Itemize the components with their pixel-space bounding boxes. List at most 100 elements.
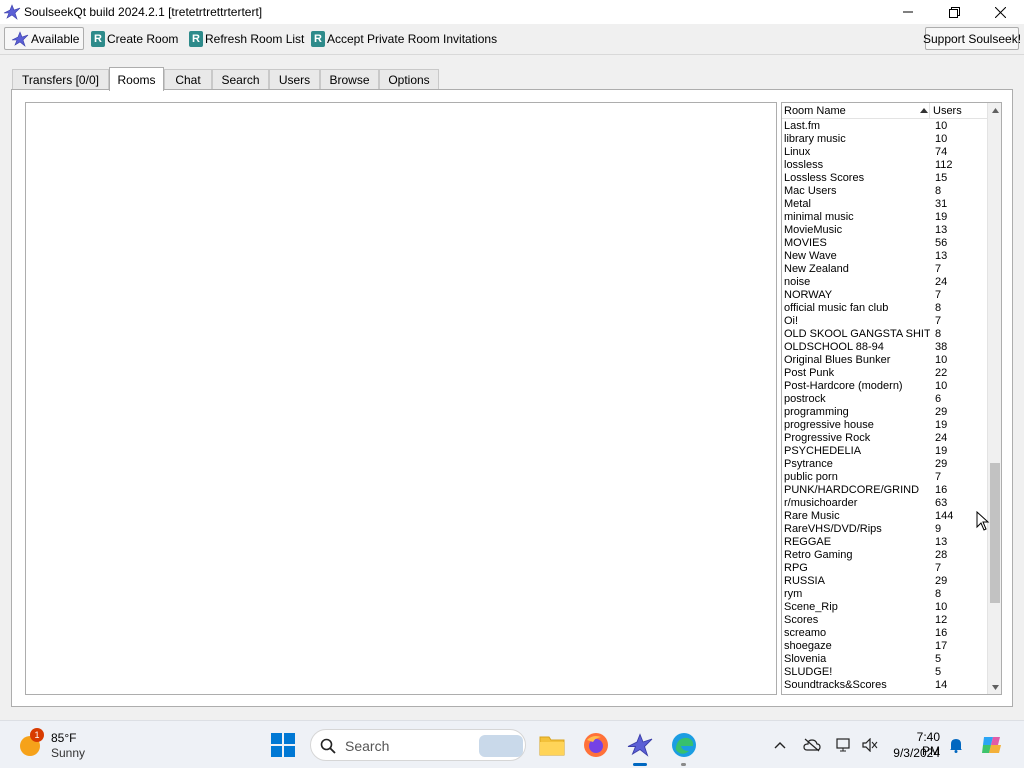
room-row[interactable]: shoegaze 17 <box>782 640 987 653</box>
room-row[interactable]: Rare Music 144 <box>782 510 987 523</box>
tray-volume[interactable] <box>860 735 880 755</box>
room-row[interactable]: progressive house 19 <box>782 419 987 432</box>
room-row[interactable]: Scores 12 <box>782 614 987 627</box>
room-row[interactable]: PUNK/HARDCORE/GRIND 16 <box>782 484 987 497</box>
clock-date[interactable]: 9/3/2024 <box>888 746 940 760</box>
room-name: shoegaze <box>784 640 832 652</box>
taskbar-file-explorer[interactable] <box>538 731 566 759</box>
tray-cloud-off[interactable] <box>802 735 822 755</box>
title-bar: SoulseekQt build 2024.2.1 [tretetrtrettr… <box>0 0 1024 24</box>
room-name: MOVIES <box>784 237 827 249</box>
room-row[interactable]: screamo 16 <box>782 627 987 640</box>
tab-browse[interactable]: Browse <box>320 69 379 90</box>
room-row[interactable]: REGGAE 13 <box>782 536 987 549</box>
room-list[interactable]: Room Name Users Last.fm 10 library music 10… <box>781 102 1002 695</box>
room-row[interactable]: PSYCHEDELIA 19 <box>782 445 987 458</box>
room-row[interactable]: Scene_Rip 10 <box>782 601 987 614</box>
close-button[interactable] <box>977 0 1023 24</box>
scroll-thumb[interactable] <box>990 463 1000 603</box>
room-row[interactable]: Oi! 7 <box>782 315 987 328</box>
support-soulseek-button[interactable]: Support Soulseek! <box>923 27 1021 50</box>
tab-label: Users <box>278 73 311 87</box>
room-row[interactable]: RUSSIA 29 <box>782 575 987 588</box>
tray-network[interactable] <box>834 735 854 755</box>
room-row[interactable]: noise 24 <box>782 276 987 289</box>
notifications-button[interactable] <box>946 735 966 755</box>
show-hidden-icons-button[interactable] <box>770 735 790 755</box>
room-name: RPG <box>784 562 808 574</box>
weather-widget[interactable]: 1 85°F Sunny <box>18 728 108 762</box>
room-row[interactable]: NORWAY 7 <box>782 289 987 302</box>
room-user-count: 29 <box>935 458 948 470</box>
scroll-down-button[interactable] <box>988 680 1001 694</box>
room-row[interactable]: Post-Hardcore (modern) 10 <box>782 380 987 393</box>
room-row[interactable]: RPG 7 <box>782 562 987 575</box>
room-chat-area[interactable] <box>25 102 777 695</box>
room-name: PUNK/HARDCORE/GRIND <box>784 484 920 496</box>
room-list-scrollbar[interactable] <box>987 103 1001 694</box>
room-name: official music fan club <box>784 302 889 314</box>
column-header-room-name[interactable]: Room Name <box>782 103 930 119</box>
room-row[interactable]: lossless 112 <box>782 159 987 172</box>
room-name: New Wave <box>784 250 837 262</box>
room-row[interactable]: SLUDGE! 5 <box>782 666 987 679</box>
tab-label: Browse <box>329 73 370 87</box>
room-row[interactable]: Metal 31 <box>782 198 987 211</box>
tab-chat[interactable]: Chat <box>164 69 212 90</box>
room-row[interactable]: Soundtracks&Scores 14 <box>782 679 987 692</box>
create-room-label: Create Room <box>107 31 179 46</box>
room-row[interactable]: RareVHS/DVD/Rips 9 <box>782 523 987 536</box>
taskbar-edge[interactable] <box>670 731 698 759</box>
tab-options[interactable]: Options <box>379 69 439 90</box>
refresh-room-list-button[interactable]: R Refresh Room List <box>189 27 304 50</box>
room-row[interactable]: Original Blues Bunker 10 <box>782 354 987 367</box>
room-row[interactable]: Last.fm 10 <box>782 120 987 133</box>
room-row[interactable]: Lossless Scores 15 <box>782 172 987 185</box>
room-user-count: 24 <box>935 276 948 288</box>
tab-transfers[interactable]: Transfers [0/0] <box>12 69 109 90</box>
taskbar-search-box[interactable]: Search <box>310 729 526 761</box>
room-row[interactable]: official music fan club 8 <box>782 302 987 315</box>
room-user-count: 12 <box>935 614 948 626</box>
room-row[interactable]: Retro Gaming 28 <box>782 549 987 562</box>
room-row[interactable]: library music 10 <box>782 133 987 146</box>
room-name: Rare Music <box>784 510 840 522</box>
accept-private-room-invitations-button[interactable]: R Accept Private Room Invitations <box>311 27 497 50</box>
scroll-up-button[interactable] <box>988 103 1001 117</box>
create-room-button[interactable]: R Create Room <box>91 27 178 50</box>
tab-rooms[interactable]: Rooms <box>109 67 164 91</box>
taskbar-firefox[interactable] <box>582 731 610 759</box>
room-row[interactable]: public porn 7 <box>782 471 987 484</box>
room-row[interactable]: programming 29 <box>782 406 987 419</box>
room-user-count: 10 <box>935 601 948 613</box>
room-name: progressive house <box>784 419 874 431</box>
room-row[interactable]: minimal music 19 <box>782 211 987 224</box>
tab-search[interactable]: Search <box>212 69 269 90</box>
maximize-button[interactable] <box>931 0 977 24</box>
room-row[interactable]: Mac Users 8 <box>782 185 987 198</box>
minimize-button[interactable] <box>885 0 931 24</box>
room-row[interactable]: OLD SKOOL GANGSTA SHIT 8 <box>782 328 987 341</box>
room-row[interactable]: Linux 74 <box>782 146 987 159</box>
room-user-count: 63 <box>935 497 948 509</box>
room-row[interactable]: New Zealand 7 <box>782 263 987 276</box>
available-status-button[interactable]: Available <box>4 27 84 50</box>
room-row[interactable]: Progressive Rock 24 <box>782 432 987 445</box>
taskbar-soulseek[interactable] <box>626 731 654 759</box>
start-button[interactable] <box>271 733 295 757</box>
tab-users[interactable]: Users <box>269 69 320 90</box>
room-row[interactable]: MOVIES 56 <box>782 237 987 250</box>
room-row[interactable]: rym 8 <box>782 588 987 601</box>
room-row[interactable]: OLDSCHOOL 88-94 38 <box>782 341 987 354</box>
room-row[interactable]: r/musichoarder 63 <box>782 497 987 510</box>
room-row[interactable]: Psytrance 29 <box>782 458 987 471</box>
room-row[interactable]: New Wave 13 <box>782 250 987 263</box>
column-header-users[interactable]: Users <box>931 103 987 119</box>
room-row[interactable]: MovieMusic 13 <box>782 224 987 237</box>
tab-label: Chat <box>175 73 201 87</box>
room-row[interactable]: Post Punk 22 <box>782 367 987 380</box>
file-explorer-icon <box>539 736 565 756</box>
room-row[interactable]: postrock 6 <box>782 393 987 406</box>
room-row[interactable]: Slovenia 5 <box>782 653 987 666</box>
copilot-button[interactable] <box>980 735 1004 755</box>
